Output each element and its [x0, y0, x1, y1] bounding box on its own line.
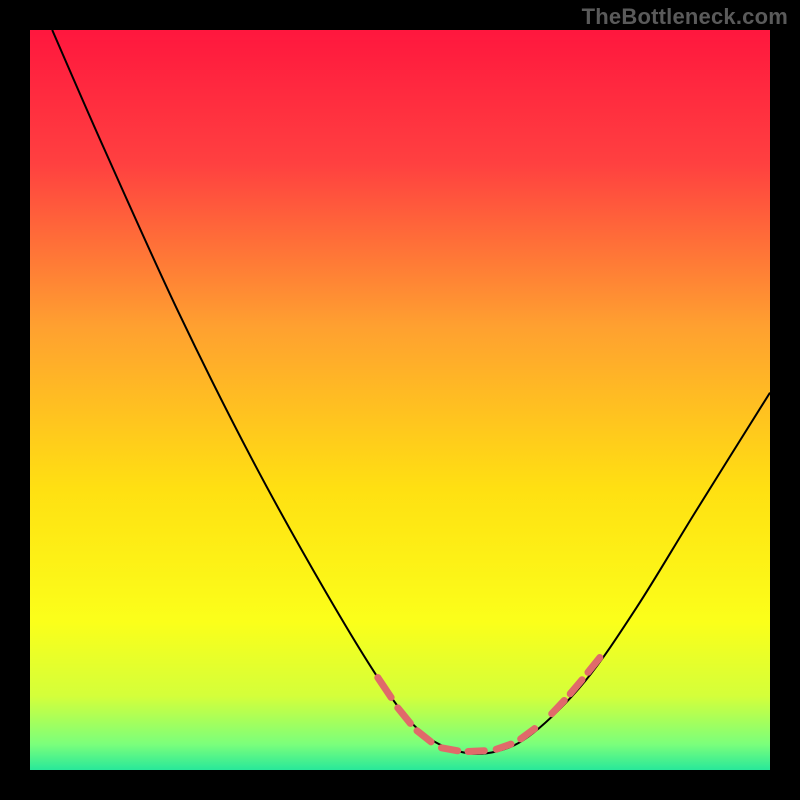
marker-dash	[441, 748, 457, 751]
marker-dash	[468, 751, 484, 752]
chart-frame: TheBottleneck.com	[0, 0, 800, 800]
gradient-background	[30, 30, 770, 770]
marker-dash	[496, 744, 511, 749]
watermark-text: TheBottleneck.com	[582, 4, 788, 30]
bottleneck-chart	[30, 30, 770, 770]
